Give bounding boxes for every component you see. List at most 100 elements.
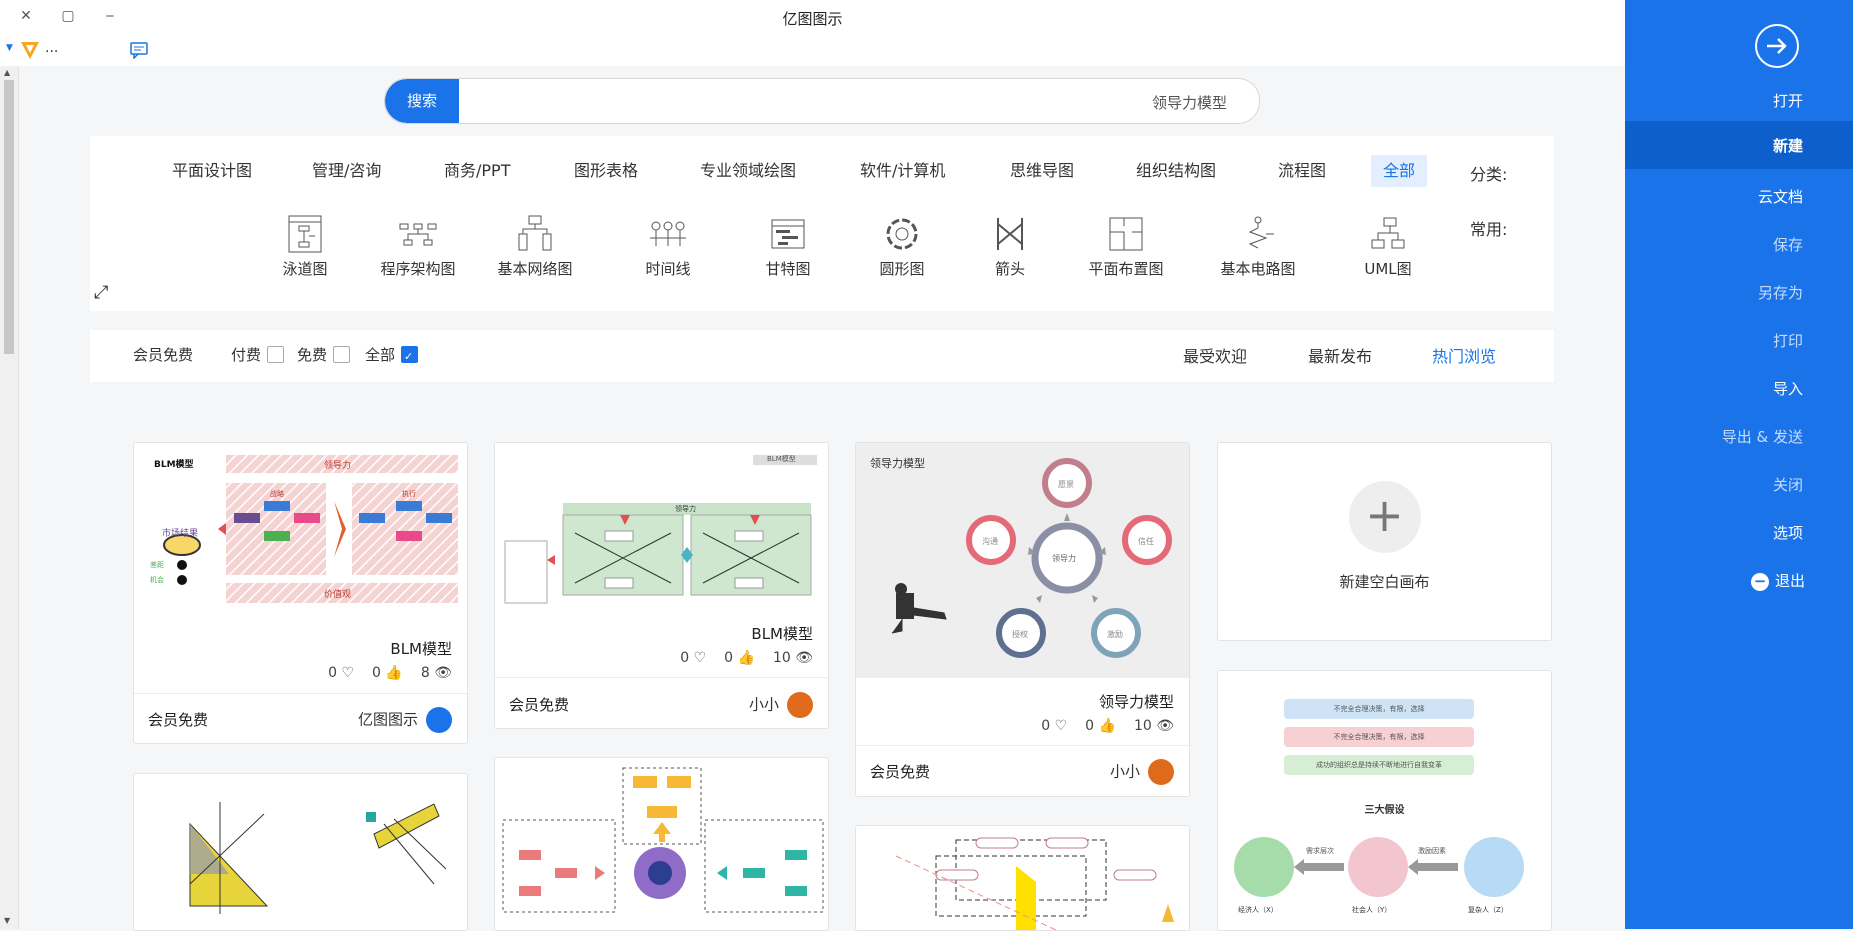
menu-export-send[interactable]: 导出 & 发送 xyxy=(1722,426,1803,447)
template-arrows[interactable]: 箭头 xyxy=(965,214,1055,279)
menu-options[interactable]: 选项 xyxy=(1773,522,1803,543)
template-timeline[interactable]: 时间线 xyxy=(623,214,713,279)
filter-all[interactable]: 全部 xyxy=(365,344,419,368)
thumb-label: BLM模型 xyxy=(767,455,796,463)
checkbox-checked[interactable] xyxy=(401,346,419,368)
add-icon[interactable]: + xyxy=(1348,481,1421,553)
geometry-diagram xyxy=(189,802,447,914)
views-count: 8 👁 xyxy=(420,665,452,681)
edraw-logo-icon[interactable] xyxy=(18,38,42,62)
category-mind-map[interactable]: 思维导图 xyxy=(1010,155,1074,187)
views-count: 10 👁 xyxy=(1133,718,1174,734)
menu-save-as[interactable]: 另存为 xyxy=(1758,282,1803,303)
thumb-head: 领导力 xyxy=(675,505,696,513)
template-card-geometry[interactable] xyxy=(133,773,468,931)
tab-hot-browse[interactable]: 热门浏览 xyxy=(1432,343,1496,367)
thumbs-up-icon[interactable]: 👍 xyxy=(385,665,402,681)
new-blank-label: 新建空白画布 xyxy=(1339,573,1430,591)
expand-icon[interactable]: ⤢ xyxy=(94,282,108,303)
filter-paid[interactable]: 付费 xyxy=(231,344,285,366)
author[interactable]: 亿图图示 xyxy=(358,707,452,733)
exit-icon: − xyxy=(1750,572,1769,591)
template-thumbnail[interactable]: 领导力模型 领导力 愿景 沟通 信任 授权 激励 xyxy=(856,443,1189,678)
search-input[interactable] xyxy=(465,79,1229,123)
menu-new-label: 新建 xyxy=(1772,137,1803,155)
checkbox[interactable] xyxy=(267,346,285,363)
favorites-count: 0 ♡ xyxy=(680,650,707,666)
category-heading: 分类: xyxy=(1470,165,1508,184)
template-thumbnail[interactable]: BLM模型 领导力 xyxy=(495,443,828,611)
template-card-blm-1[interactable]: BLM模型 领导力 价值观 市场结果 战略 执行 差距 机会 BLM模型 0 ♡… xyxy=(133,442,468,744)
author[interactable]: 小小 xyxy=(749,692,813,718)
template-label: 基本电路图 xyxy=(1220,260,1296,278)
eye-icon: 👁 xyxy=(795,650,813,666)
search-bar: 搜索 xyxy=(384,78,1260,124)
filter-free[interactable]: 免费 xyxy=(297,344,351,366)
dropdown-arrow-icon[interactable]: ▼ xyxy=(6,43,13,53)
template-card-process[interactable] xyxy=(494,757,829,931)
circuit-icon xyxy=(1248,216,1274,249)
template-card-blm-2[interactable]: BLM模型 领导力 BLM模型 0 ♡ 0 👍 10 👁 小小 会员免费 xyxy=(494,442,829,729)
thumb-node: 领导力 xyxy=(1052,554,1076,563)
template-program-architecture[interactable]: 程序架构图 xyxy=(373,214,463,279)
category-flowchart[interactable]: 流程图 xyxy=(1278,155,1326,187)
more-menu[interactable]: ... xyxy=(45,40,58,56)
category-graphic-table[interactable]: 图形表格 xyxy=(574,155,638,187)
template-label: 箭头 xyxy=(994,260,1025,278)
template-label: UML图 xyxy=(1364,260,1412,278)
template-swimlane[interactable]: 泳道图 xyxy=(260,214,350,279)
thumb-node: 授权 xyxy=(1012,630,1028,639)
category-business-ppt[interactable]: 商务/PPT xyxy=(444,155,510,187)
template-floor-plan[interactable]: 平面布置图 xyxy=(1081,214,1171,279)
search-button[interactable]: 搜索 xyxy=(385,79,459,123)
tab-latest[interactable]: 最新发布 xyxy=(1308,343,1372,367)
arrow-right-icon xyxy=(1767,38,1787,54)
scroll-down-icon[interactable]: ▼ xyxy=(4,916,10,925)
menu-import[interactable]: 导入 xyxy=(1773,378,1803,399)
template-card-cube[interactable] xyxy=(855,825,1190,931)
category-software[interactable]: 软件/计算机 xyxy=(860,155,945,187)
template-uml[interactable]: UML图 xyxy=(1343,214,1433,279)
template-card-leadership[interactable]: 领导力模型 领导力 愿景 沟通 信任 授权 激励 领导力模型 0 ♡ 0 👍 1… xyxy=(855,442,1190,797)
category-all[interactable]: 全部 xyxy=(1371,155,1428,187)
filter-member-free[interactable]: 会员免费 xyxy=(133,344,193,366)
back-arrow-button[interactable] xyxy=(1755,24,1799,68)
template-basic-circuit[interactable]: 基本电路图 xyxy=(1213,214,1303,279)
menu-exit[interactable]: − 退出 xyxy=(1750,570,1805,591)
heart-icon[interactable]: ♡ xyxy=(341,665,354,681)
scroll-thumb[interactable] xyxy=(4,80,14,354)
template-thumbnail[interactable]: BLM模型 领导力 价值观 市场结果 战略 执行 差距 机会 xyxy=(134,443,467,625)
new-blank-canvas-card[interactable]: + 新建空白画布 xyxy=(1217,442,1552,641)
menu-print[interactable]: 打印 xyxy=(1773,330,1803,351)
template-basic-network[interactable]: 基本网络图 xyxy=(490,214,580,279)
card-divider xyxy=(495,677,828,678)
vertical-scrollbar[interactable]: ▲ ▼ xyxy=(0,66,19,929)
thumbs-up-icon[interactable]: 👍 xyxy=(738,650,755,666)
file-menu-sidebar: 打开 新建 云文档 保存 另存为 打印 导入 导出 & 发送 关闭 选项 − 退出 xyxy=(1625,0,1853,929)
category-org-chart[interactable]: 组织结构图 xyxy=(1136,155,1216,187)
thumb-box: 执行 xyxy=(402,490,416,498)
category-management[interactable]: 管理/咨询 xyxy=(312,155,381,187)
template-card-three-hypotheses[interactable]: 不完全合理决策，有限，选择 不完全合理决策，有限，选择 成功的组织总是持续不断地… xyxy=(1217,670,1552,931)
price-tag: 会员免费 xyxy=(870,763,931,781)
filter-label: 会员免费 xyxy=(133,346,194,364)
template-thumbnail[interactable]: 不完全合理决策，有限，选择 不完全合理决策，有限，选择 成功的组织总是持续不断地… xyxy=(1218,671,1551,930)
common-heading: 常用: xyxy=(1470,220,1508,239)
heart-icon[interactable]: ♡ xyxy=(1055,718,1068,734)
menu-close[interactable]: 关闭 xyxy=(1773,474,1803,495)
heart-icon[interactable]: ♡ xyxy=(694,650,707,666)
checkbox[interactable] xyxy=(333,346,351,363)
menu-new[interactable]: 新建 xyxy=(1625,121,1853,169)
menu-cloud-docs[interactable]: 云文档 xyxy=(1758,186,1803,207)
category-professional[interactable]: 专业领域绘图 xyxy=(700,155,796,187)
tab-most-popular[interactable]: 最受欢迎 xyxy=(1183,343,1247,367)
author[interactable]: 小小 xyxy=(1110,759,1174,785)
menu-save[interactable]: 保存 xyxy=(1773,234,1803,255)
thumbs-up-icon[interactable]: 👍 xyxy=(1099,718,1116,734)
menu-open[interactable]: 打开 xyxy=(1773,90,1803,111)
scroll-up-icon[interactable]: ▲ xyxy=(4,68,10,77)
template-circle[interactable]: 圆形图 xyxy=(857,214,947,279)
feedback-icon[interactable] xyxy=(130,41,148,59)
template-gantt[interactable]: 甘特图 xyxy=(743,214,833,279)
category-graphic-design[interactable]: 平面设计图 xyxy=(172,155,252,187)
